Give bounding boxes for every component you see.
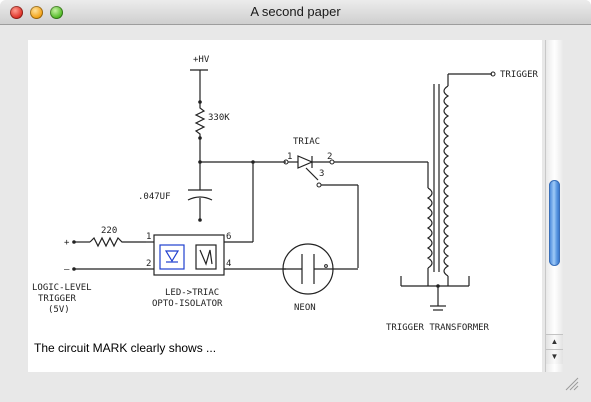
triac-label: TRIAC bbox=[293, 137, 320, 147]
opto-pin4-label: 4 bbox=[226, 259, 231, 269]
r2-label: 220 bbox=[101, 226, 117, 236]
app-window: A second paper +HV 330K .047UF TRIAC 1 2… bbox=[0, 0, 591, 402]
neon-label: NEON bbox=[294, 303, 316, 313]
scroll-thumb[interactable] bbox=[549, 180, 560, 266]
opto-label-2: OPTO-ISOLATOR bbox=[152, 299, 223, 309]
plus-label: + bbox=[64, 238, 70, 248]
hv-label: +HV bbox=[193, 55, 210, 65]
triac-t3-label: 3 bbox=[319, 169, 324, 179]
logic-label-2: TRIGGER bbox=[38, 294, 77, 304]
trigger-out-label: TRIGGER bbox=[500, 70, 539, 80]
opto-pin1-label: 1 bbox=[146, 232, 151, 242]
logic-label-3: (5V) bbox=[48, 305, 70, 315]
transformer-label: TRIGGER TRANSFORMER bbox=[386, 323, 490, 333]
opto-pin6-label: 6 bbox=[226, 232, 231, 242]
document-content: +HV 330K .047UF TRIAC 1 2 3 220 + – 1 2 … bbox=[28, 40, 542, 372]
cap-label: .047UF bbox=[138, 192, 171, 202]
circuit-diagram: +HV 330K .047UF TRIAC 1 2 3 220 + – 1 2 … bbox=[32, 55, 539, 333]
window-title: A second paper bbox=[250, 4, 341, 19]
chevron-down-icon[interactable]: ▼ bbox=[546, 349, 563, 364]
title-bar[interactable]: A second paper bbox=[0, 0, 591, 25]
minus-label: – bbox=[64, 265, 70, 275]
vertical-scrollbar[interactable]: ▲ ▼ bbox=[545, 40, 563, 372]
opto-label-1: LED->TRIAC bbox=[165, 288, 219, 298]
resize-grip-icon[interactable] bbox=[560, 372, 580, 392]
opto-pin2-label: 2 bbox=[146, 259, 151, 269]
chevron-up-icon[interactable]: ▲ bbox=[546, 334, 563, 349]
caption-text: The circuit MARK clearly shows ... bbox=[34, 341, 217, 355]
logic-label-1: LOGIC-LEVEL bbox=[32, 283, 92, 293]
r1-label: 330K bbox=[208, 113, 230, 123]
